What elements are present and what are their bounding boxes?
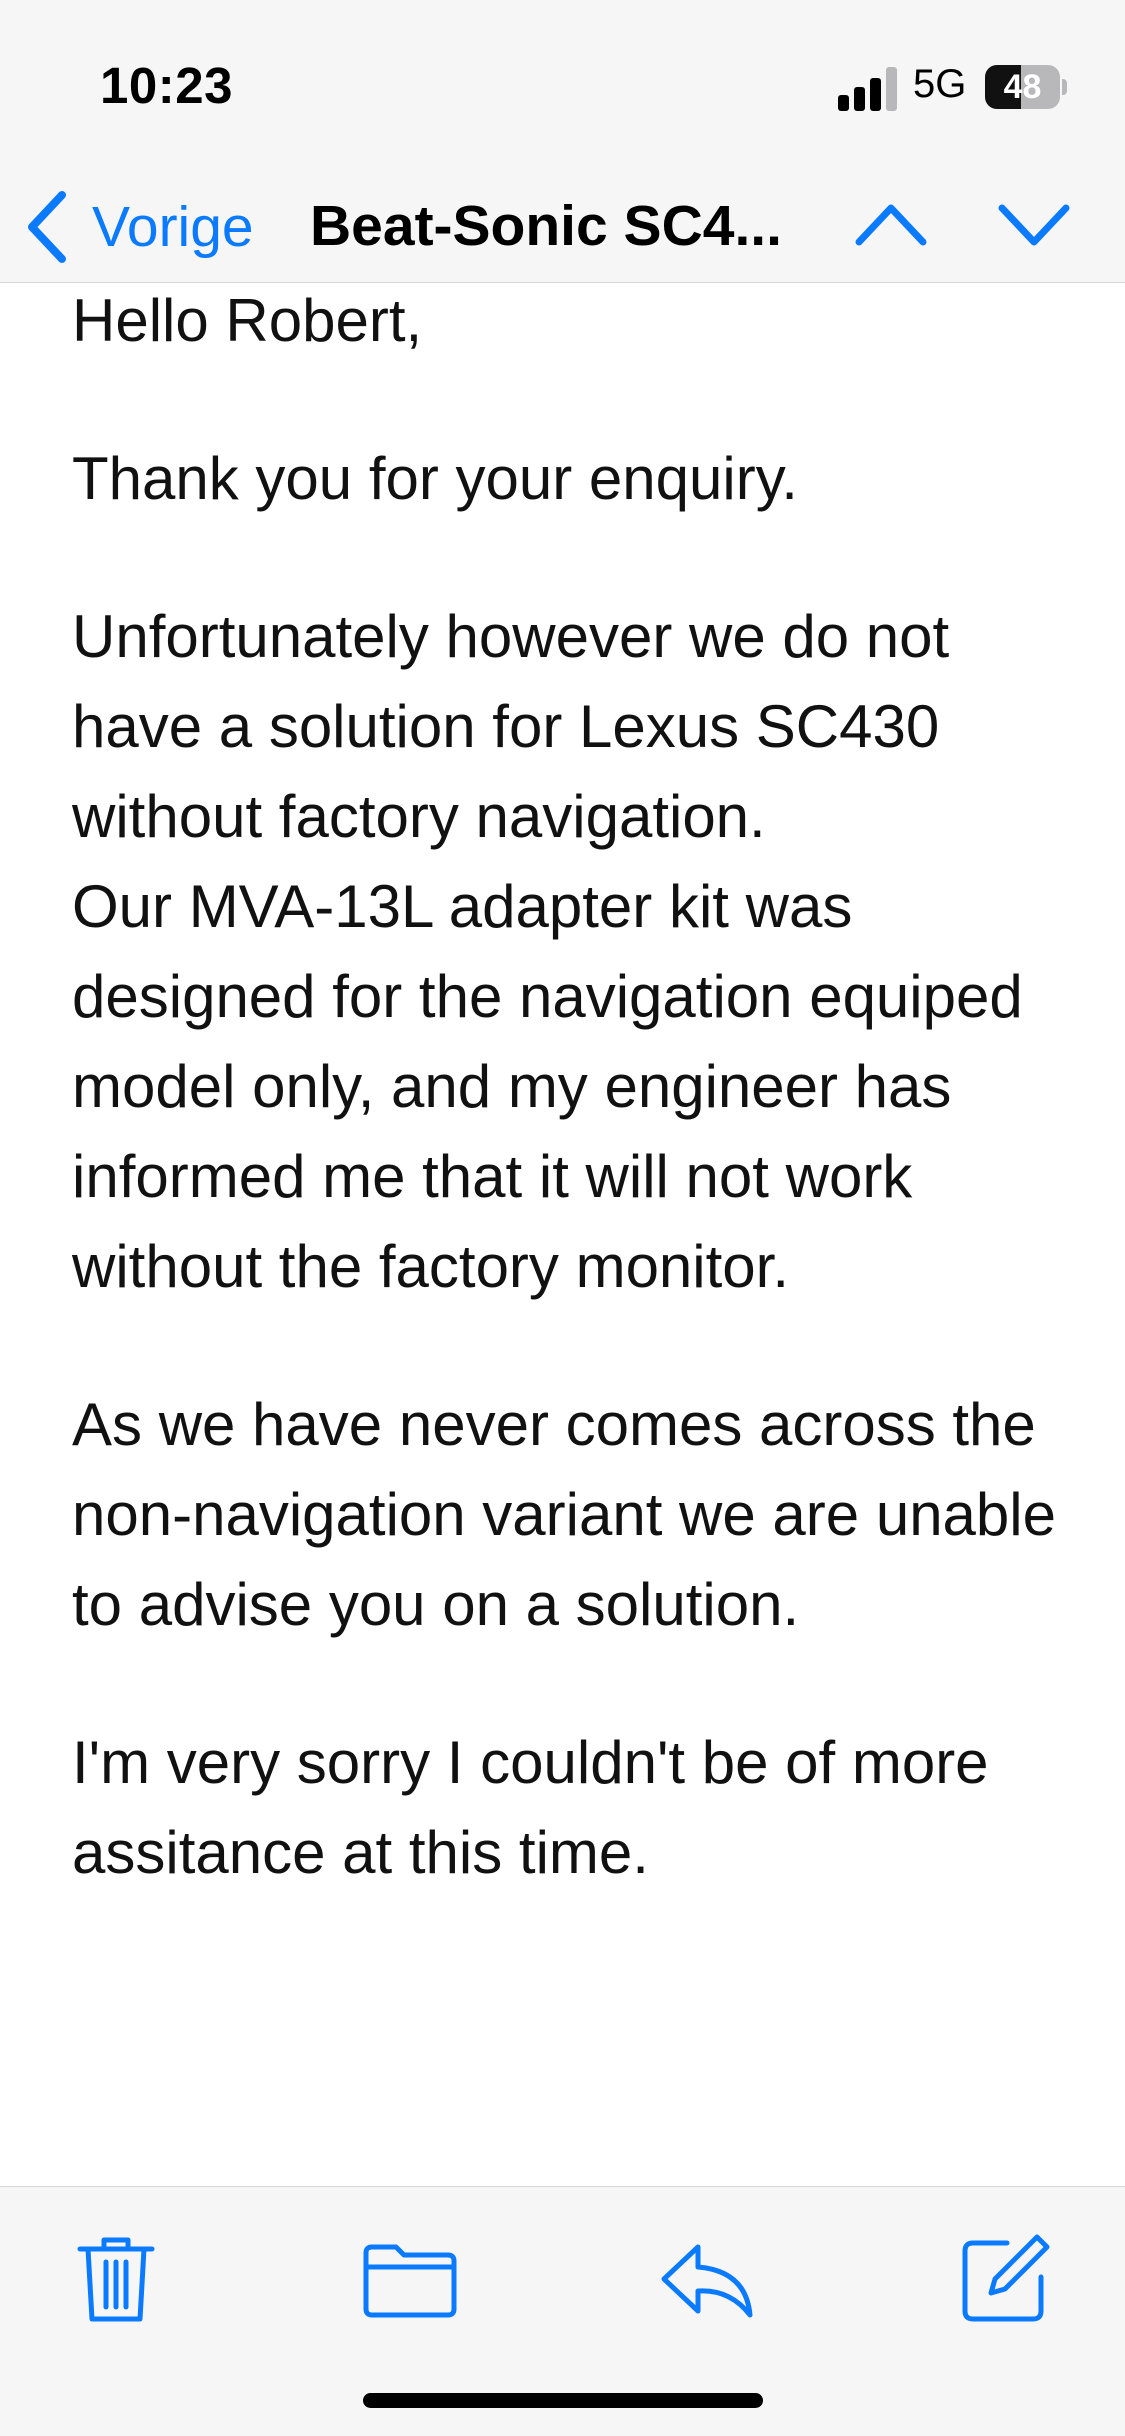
battery-body: 48	[985, 65, 1060, 109]
chevron-left-icon	[28, 190, 66, 263]
email-paragraph: As we have never comes across the non-na…	[72, 1391, 1056, 1638]
chevron-down-icon[interactable]	[994, 190, 1074, 260]
trash-icon	[77, 2237, 155, 2322]
battery-icon: 48	[985, 65, 1067, 109]
message-subject-title: Beat-Sonic SC4...	[310, 194, 782, 258]
home-indicator[interactable]	[363, 2393, 763, 2408]
move-to-folder-button[interactable]	[360, 2229, 460, 2329]
email-paragraph: Hello Robert,	[72, 287, 423, 354]
status-bar: 10:23 5G 48	[0, 0, 1125, 170]
reply-icon	[661, 2244, 753, 2318]
battery-cap	[1062, 79, 1067, 95]
email-paragraph: Unfortunately however we do not have a s…	[72, 603, 950, 850]
email-paragraph: Our MVA-13L adapter kit was designed for…	[72, 873, 1023, 1300]
back-label: Vorige	[92, 194, 254, 259]
status-time: 10:23	[100, 57, 233, 114]
back-button[interactable]: Vorige	[22, 170, 254, 283]
reply-button[interactable]	[658, 2229, 758, 2329]
chevron-up-icon[interactable]	[851, 190, 931, 260]
delete-button[interactable]	[66, 2229, 166, 2329]
folder-icon	[363, 2244, 457, 2318]
email-body: Hello Robert, Thank you for your enquiry…	[72, 276, 1082, 1966]
battery-level: 48	[1003, 68, 1042, 106]
mail-screen: 10:23 5G 48 Vorige Beat-Sonic SC4... Hel…	[0, 0, 1125, 2436]
compose-button[interactable]	[955, 2229, 1055, 2329]
cellular-signal-icon	[838, 67, 897, 111]
email-paragraph: Thank you for your enquiry.	[72, 445, 798, 512]
email-paragraph: I'm very sorry I couldn't be of more ass…	[72, 1729, 989, 1886]
network-type: 5G	[913, 62, 967, 106]
compose-icon	[962, 2234, 1050, 2322]
nav-bar: Vorige Beat-Sonic SC4...	[0, 170, 1125, 283]
